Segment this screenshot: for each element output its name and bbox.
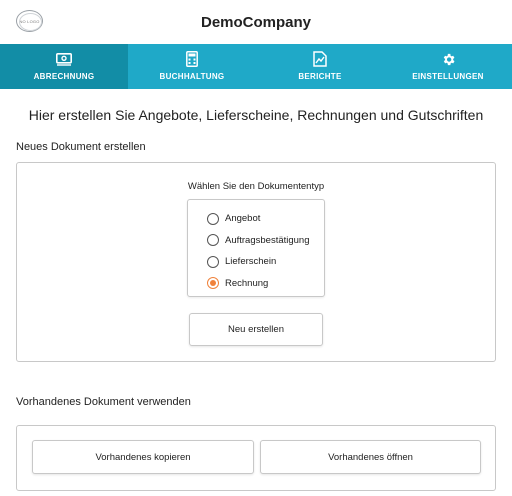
radio-option-rechnung[interactable]: Rechnung [207, 273, 324, 295]
calculator-icon [184, 51, 200, 67]
tab-berichte[interactable]: BERICHTE [256, 44, 384, 89]
radio-button[interactable] [207, 255, 219, 268]
create-new-button[interactable]: Neu erstellen [189, 313, 323, 346]
radio-label: Rechnung [225, 277, 269, 289]
radio-button[interactable] [207, 212, 219, 225]
new-document-title: Neues Dokument erstellen [16, 141, 146, 153]
radio-label: Auftragsbestätigung [225, 234, 310, 246]
copy-existing-button[interactable]: Vorhandenes kopieren [32, 440, 254, 474]
radio-option-lieferschein[interactable]: Lieferschein [207, 251, 324, 273]
radio-label: Lieferschein [225, 256, 277, 268]
tab-label: EINSTELLUNGEN [412, 72, 484, 81]
existing-document-title: Vorhandenes Dokument verwenden [16, 396, 191, 408]
tab-einstellungen[interactable]: EINSTELLUNGEN [384, 44, 512, 89]
tab-label: BERICHTE [298, 72, 342, 81]
gear-icon [440, 51, 456, 67]
radio-button[interactable] [207, 234, 219, 247]
company-name: DemoCompany [200, 14, 312, 31]
radio-option-auftragsbestaetigung[interactable]: Auftragsbestätigung [207, 230, 324, 252]
new-document-card: Wählen Sie den Dokumententyp Angebot Auf… [16, 162, 496, 362]
open-existing-button[interactable]: Vorhandenes öffnen [260, 440, 481, 474]
money-icon [56, 51, 72, 67]
document-type-label: Wählen Sie den Dokumententyp [187, 181, 325, 192]
top-bar: NO LOGO DemoCompany [0, 0, 512, 44]
existing-document-card: Vorhandenes kopieren Vorhandenes öffnen [16, 425, 496, 491]
tab-buchhaltung[interactable]: BUCHHALTUNG [128, 44, 256, 89]
radio-button-selected[interactable] [207, 277, 219, 290]
main-nav: ABRECHNUNG BUCHHALTUNG BERICHTE EINSTELL… [0, 44, 512, 89]
tab-abrechnung[interactable]: ABRECHNUNG [0, 44, 128, 89]
report-chart-icon [312, 51, 328, 67]
page-headline: Hier erstellen Sie Angebote, Lieferschei… [28, 107, 484, 123]
radio-label: Angebot [225, 213, 261, 225]
radio-option-angebot[interactable]: Angebot [207, 208, 324, 230]
tab-label: BUCHHALTUNG [159, 72, 225, 81]
tab-label: ABRECHNUNG [33, 72, 95, 81]
document-type-radio-group: Angebot Auftragsbestätigung Lieferschein… [187, 199, 325, 297]
